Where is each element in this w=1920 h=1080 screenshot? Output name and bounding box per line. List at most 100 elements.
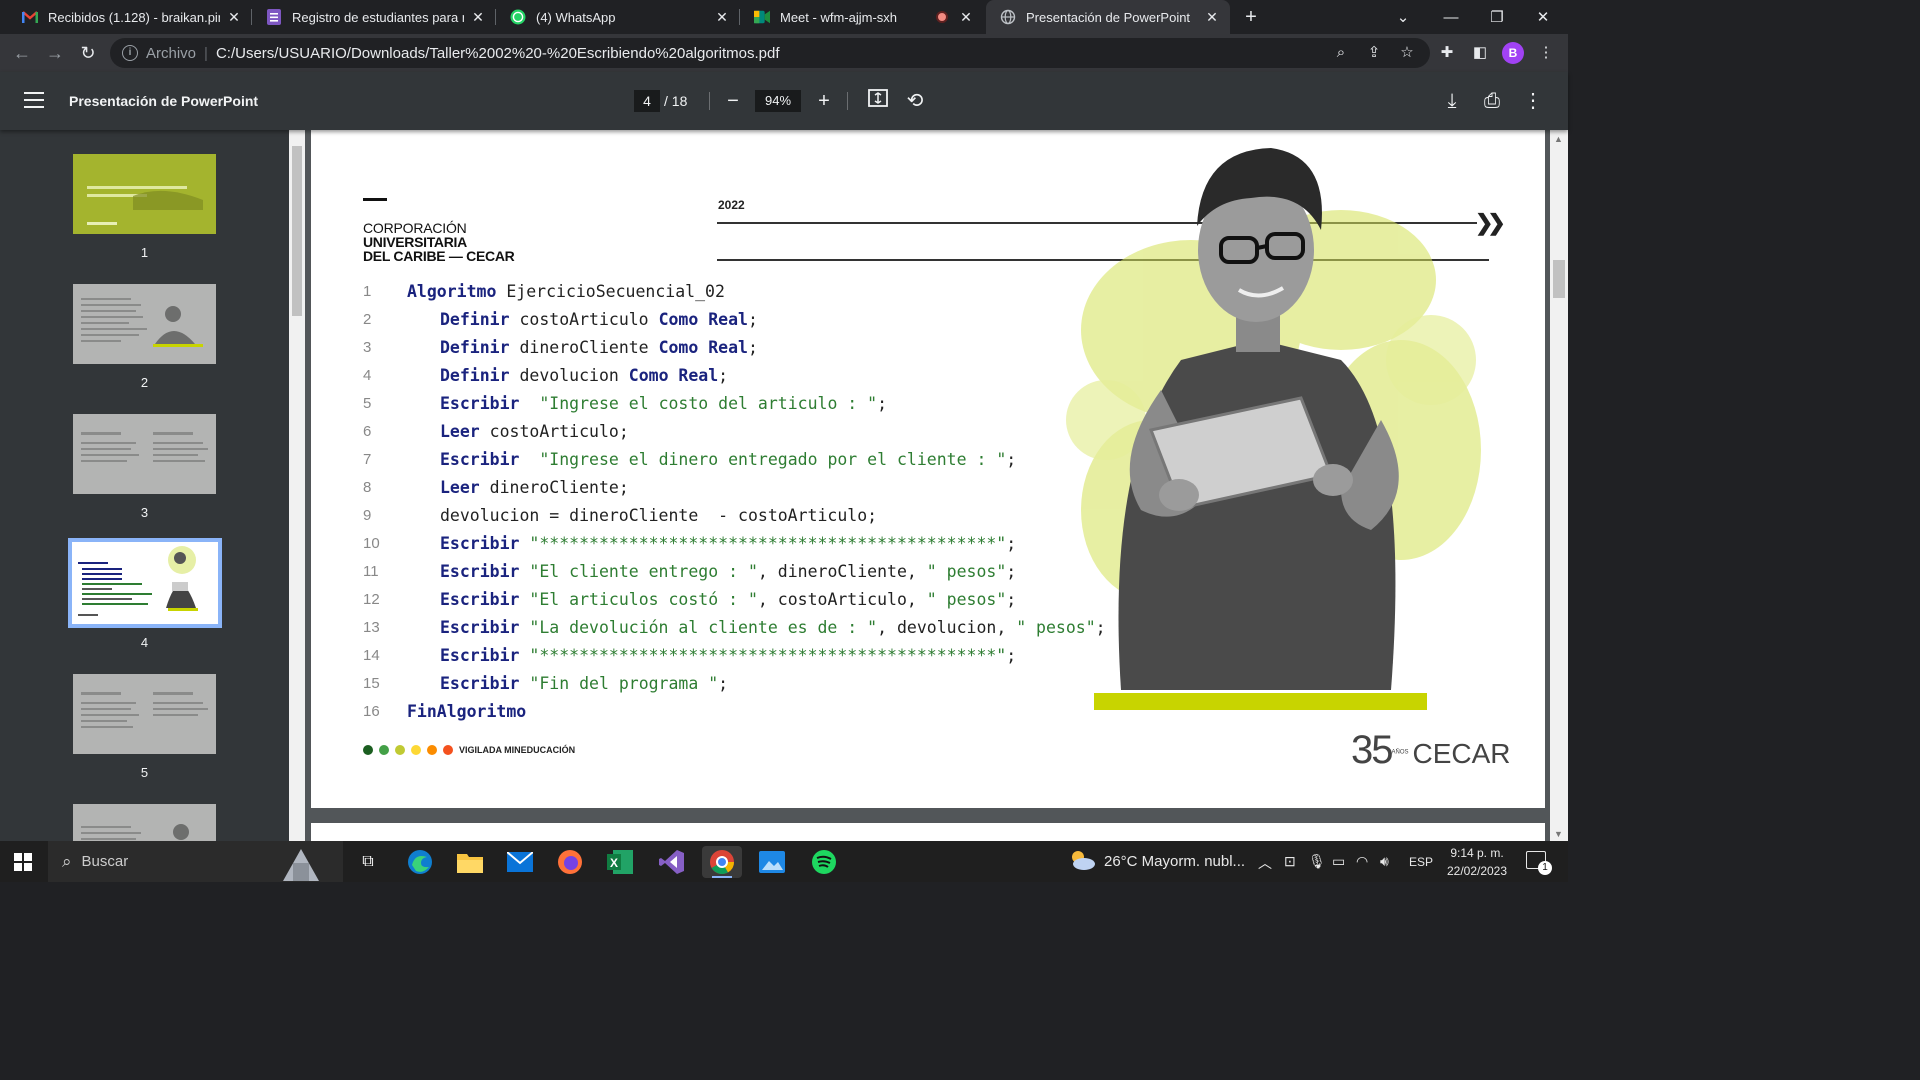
taskbar-search-box[interactable]: ⌕ Buscar xyxy=(48,841,343,882)
tab-title: Registro de estudiantes para mon xyxy=(292,9,464,25)
minimize-button[interactable]: — xyxy=(1428,0,1474,34)
info-icon[interactable]: i xyxy=(122,45,138,61)
code-token: costoArticulo xyxy=(509,310,659,329)
tab-pdf-active[interactable]: Presentación de PowerPoint ✕ xyxy=(986,0,1230,34)
address-bar[interactable]: i Archivo | C:/Users/USUARIO/Downloads/T… xyxy=(110,38,1430,68)
excel-icon[interactable]: X xyxy=(600,846,640,878)
print-icon[interactable]: ⎙ xyxy=(1480,89,1504,113)
thumbnail-page-3[interactable] xyxy=(73,414,216,494)
microphone-icon[interactable]: 🎙︎ xyxy=(1308,853,1326,870)
thumbnail-page-5[interactable] xyxy=(73,674,216,754)
code-line: 12 Escribir "El articulos costó : ", cost… xyxy=(363,586,1106,614)
clock-date: 22/02/2023 xyxy=(1446,864,1508,878)
close-tab-icon[interactable]: ✕ xyxy=(470,9,486,25)
code-token: ; xyxy=(1006,562,1017,581)
zoom-out-button[interactable]: − xyxy=(721,89,745,113)
tab-whatsapp[interactable]: (4) WhatsApp ✕ xyxy=(496,0,740,34)
scrollbar-thumb[interactable] xyxy=(292,146,302,316)
code-string: "Fin del programa " xyxy=(529,674,719,693)
line-number: 10 xyxy=(363,535,380,552)
edge-icon[interactable] xyxy=(400,846,440,878)
language-indicator[interactable]: ESP xyxy=(1409,855,1433,869)
thumbnail-page-4-selected[interactable] xyxy=(68,538,222,628)
forms-icon xyxy=(266,9,282,25)
extensions-puzzle-icon[interactable]: ✚ xyxy=(1436,42,1458,64)
recording-indicator-icon xyxy=(936,11,948,23)
mail-icon[interactable] xyxy=(500,846,540,878)
download-icon[interactable]: ⤓ xyxy=(1440,89,1464,113)
reload-button[interactable]: ↻ xyxy=(74,39,102,67)
color-dot xyxy=(411,745,421,755)
chrome-icon[interactable] xyxy=(702,846,742,878)
forward-button[interactable]: → xyxy=(41,39,69,67)
institution-name-line1: CORPORACIÓN xyxy=(363,220,467,236)
new-tab-button[interactable]: + xyxy=(1240,6,1262,28)
side-panel-icon[interactable]: ◧ xyxy=(1469,42,1491,64)
code-text: Escribir "El articulos costó : ", costoA… xyxy=(407,586,1016,614)
thumbnail-page-6[interactable] xyxy=(73,804,216,841)
tab-forms[interactable]: Registro de estudiantes para mon ✕ xyxy=(252,0,496,34)
close-tab-icon[interactable]: ✕ xyxy=(226,9,242,25)
rotate-icon[interactable]: ⟲ xyxy=(903,89,927,113)
show-hidden-icons-icon[interactable]: ︿ xyxy=(1258,853,1272,873)
clock[interactable]: 9:14 p. m. 22/02/2023 xyxy=(1432,844,1522,880)
close-tab-icon[interactable]: ✕ xyxy=(958,9,974,25)
spotify-icon[interactable] xyxy=(804,846,844,878)
file-explorer-icon[interactable] xyxy=(450,846,490,878)
tab-meet[interactable]: Meet - wfm-ajjm-sxh ✕ xyxy=(740,0,984,34)
more-actions-icon[interactable]: ⋮ xyxy=(1521,89,1545,113)
back-button[interactable]: ← xyxy=(8,39,36,67)
thumbnail-page-2[interactable] xyxy=(73,284,216,364)
color-dot xyxy=(427,745,437,755)
task-view-icon[interactable]: ⧉ xyxy=(348,846,388,878)
tab-gmail[interactable]: Recibidos (1.128) - braikan.pina@ ✕ xyxy=(8,0,252,34)
code-text: Escribir "******************************… xyxy=(407,642,1016,670)
page-number-input[interactable]: 4 xyxy=(634,90,660,112)
code-text: Definir devolucion Como Real; xyxy=(407,362,728,390)
profile-avatar[interactable]: B xyxy=(1502,42,1524,64)
firefox-icon[interactable] xyxy=(550,846,590,878)
thumbnail-page-1[interactable] xyxy=(73,154,216,234)
code-token: EjercicioSecuencial_02 xyxy=(496,282,725,301)
code-string: "El cliente entrego : " xyxy=(529,562,758,581)
document-scrollbar[interactable]: ▲ ▼ xyxy=(1550,130,1568,841)
zoom-input[interactable]: 94% xyxy=(755,90,801,112)
scrollbar-thumb[interactable] xyxy=(1553,260,1565,298)
color-dot xyxy=(443,745,453,755)
meet-tray-icon[interactable]: ⊡ xyxy=(1284,853,1296,870)
close-tab-icon[interactable]: ✕ xyxy=(714,9,730,25)
notification-center-icon[interactable]: 1 xyxy=(1526,851,1552,875)
weather-widget[interactable]: 26°C Mayorm. nubl... xyxy=(1068,841,1245,882)
share-icon[interactable]: ⇪ xyxy=(1363,42,1385,64)
windows-start-icon[interactable] xyxy=(14,853,32,871)
photos-icon[interactable] xyxy=(752,846,792,878)
menu-icon[interactable] xyxy=(24,92,44,108)
code-token: devolucion xyxy=(509,366,629,385)
fit-page-icon[interactable] xyxy=(866,89,890,113)
battery-icon[interactable]: ▭ xyxy=(1332,853,1345,870)
code-line: 11 Escribir "El cliente entrego : ", dine… xyxy=(363,558,1106,586)
scroll-up-arrow-icon[interactable]: ▲ xyxy=(1554,134,1563,144)
restore-button[interactable]: ❐ xyxy=(1474,0,1520,34)
tab-search-chevron-icon[interactable]: ⌄ xyxy=(1380,0,1426,34)
url-text[interactable]: C:/Users/USUARIO/Downloads/Taller%2002%2… xyxy=(216,45,780,62)
wifi-icon[interactable]: ◠ xyxy=(1356,853,1368,870)
sidebar-scrollbar[interactable] xyxy=(289,130,305,841)
kebab-menu-icon[interactable]: ⋮ xyxy=(1535,42,1557,64)
zoom-icon[interactable]: ⌕ xyxy=(1330,42,1352,64)
zoom-in-button[interactable]: + xyxy=(812,89,836,113)
year-label: 2022 xyxy=(718,198,745,212)
code-token: ; xyxy=(747,310,758,329)
line-number: 5 xyxy=(363,395,372,412)
close-tab-icon[interactable]: ✕ xyxy=(1204,9,1220,25)
volume-icon[interactable]: 🔊︎ xyxy=(1380,853,1389,870)
code-string: "***************************************… xyxy=(529,646,1007,665)
thumbnail-label: 2 xyxy=(140,375,149,390)
close-window-button[interactable]: ✕ xyxy=(1520,0,1566,34)
scroll-down-arrow-icon[interactable]: ▼ xyxy=(1554,829,1563,839)
code-text: Escribir "La devolución al cliente es de… xyxy=(407,614,1106,642)
thumbnail-sidebar: 1 2 3 4 5 xyxy=(0,130,289,841)
bookmark-star-icon[interactable]: ☆ xyxy=(1396,42,1418,64)
visual-studio-icon[interactable] xyxy=(652,846,692,878)
